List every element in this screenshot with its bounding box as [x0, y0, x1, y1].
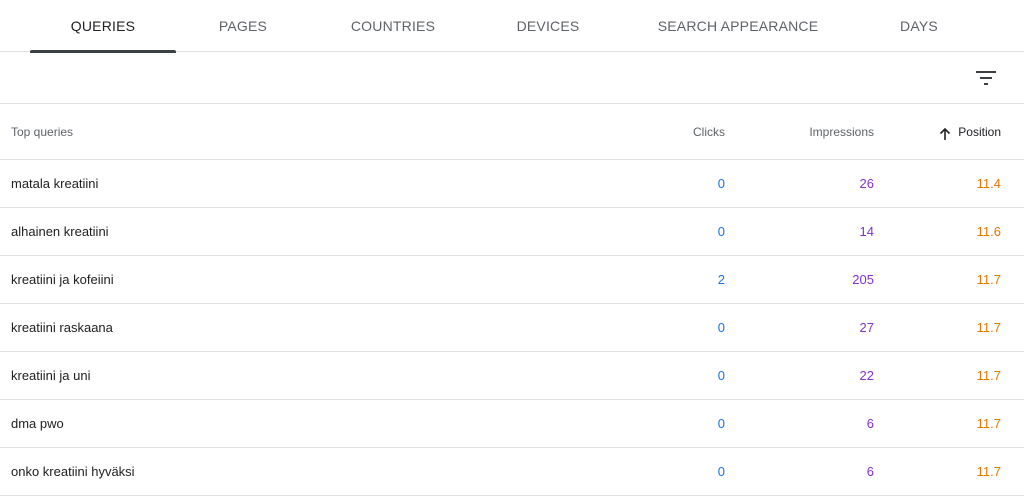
- cell-impressions: 14: [859, 224, 874, 239]
- table-row[interactable]: kreatiini raskaana 0 27 11.7: [0, 304, 1024, 352]
- header-top-queries[interactable]: Top queries: [11, 104, 73, 160]
- cell-position: 11.7: [976, 416, 1001, 431]
- cell-query: kreatiini ja kofeiini: [11, 272, 114, 287]
- table-row[interactable]: dma pwo 0 6 11.7: [0, 400, 1024, 448]
- table-row[interactable]: kreatiini ja kofeiini 2 205 11.7: [0, 256, 1024, 304]
- tab-countries[interactable]: COUNTRIES: [336, 0, 450, 52]
- filter-list-icon[interactable]: [972, 64, 1000, 92]
- cell-query: onko kreatiini hyväksi: [11, 464, 135, 479]
- cell-query: dma pwo: [11, 416, 64, 431]
- cell-clicks: 0: [717, 464, 725, 479]
- cell-position: 11.7: [976, 464, 1001, 479]
- table-row[interactable]: matala kreatiini 0 26 11.4: [0, 160, 1024, 208]
- table-row[interactable]: kreatiini ja uni 0 22 11.7: [0, 352, 1024, 400]
- cell-position: 11.7: [976, 272, 1001, 287]
- cell-clicks: 2: [717, 272, 725, 287]
- cell-position: 11.7: [976, 368, 1001, 383]
- cell-impressions: 205: [852, 272, 874, 287]
- cell-impressions: 26: [859, 176, 874, 191]
- header-clicks[interactable]: Clicks: [693, 104, 725, 160]
- search-console-performance-panel: QUERIES PAGES COUNTRIES DEVICES SEARCH A…: [0, 0, 1024, 500]
- cell-impressions: 6: [866, 416, 874, 431]
- table-header: Top queries Clicks Impressions Position: [0, 104, 1024, 160]
- tab-days[interactable]: DAYS: [884, 0, 954, 52]
- queries-table: Top queries Clicks Impressions Position …: [0, 104, 1024, 496]
- table-row[interactable]: alhainen kreatiini 0 14 11.6: [0, 208, 1024, 256]
- tab-pages[interactable]: PAGES: [198, 0, 288, 52]
- cell-position: 11.7: [976, 320, 1001, 335]
- cell-impressions: 6: [866, 464, 874, 479]
- cell-position: 11.6: [976, 224, 1001, 239]
- cell-query: matala kreatiini: [11, 176, 99, 191]
- header-position[interactable]: Position: [938, 104, 1001, 160]
- table-row[interactable]: onko kreatiini hyväksi 0 6 11.7: [0, 448, 1024, 496]
- cell-query: alhainen kreatiini: [11, 224, 109, 239]
- dimension-tabs: QUERIES PAGES COUNTRIES DEVICES SEARCH A…: [0, 0, 1024, 53]
- cell-query: kreatiini raskaana: [11, 320, 113, 335]
- cell-impressions: 27: [859, 320, 874, 335]
- cell-clicks: 0: [717, 176, 725, 191]
- tab-devices[interactable]: DEVICES: [504, 0, 592, 52]
- tab-queries[interactable]: QUERIES: [30, 0, 176, 53]
- cell-clicks: 0: [717, 224, 725, 239]
- filter-bar: [0, 52, 1024, 104]
- cell-impressions: 22: [859, 368, 874, 383]
- header-impressions[interactable]: Impressions: [809, 104, 874, 160]
- cell-clicks: 0: [717, 320, 725, 335]
- header-position-label: Position: [958, 125, 1001, 139]
- cell-clicks: 0: [717, 368, 725, 383]
- cell-position: 11.4: [976, 176, 1001, 191]
- arrow-upward-icon: [938, 127, 952, 141]
- cell-clicks: 0: [717, 416, 725, 431]
- cell-query: kreatiini ja uni: [11, 368, 91, 383]
- tab-search-appearance[interactable]: SEARCH APPEARANCE: [650, 0, 826, 52]
